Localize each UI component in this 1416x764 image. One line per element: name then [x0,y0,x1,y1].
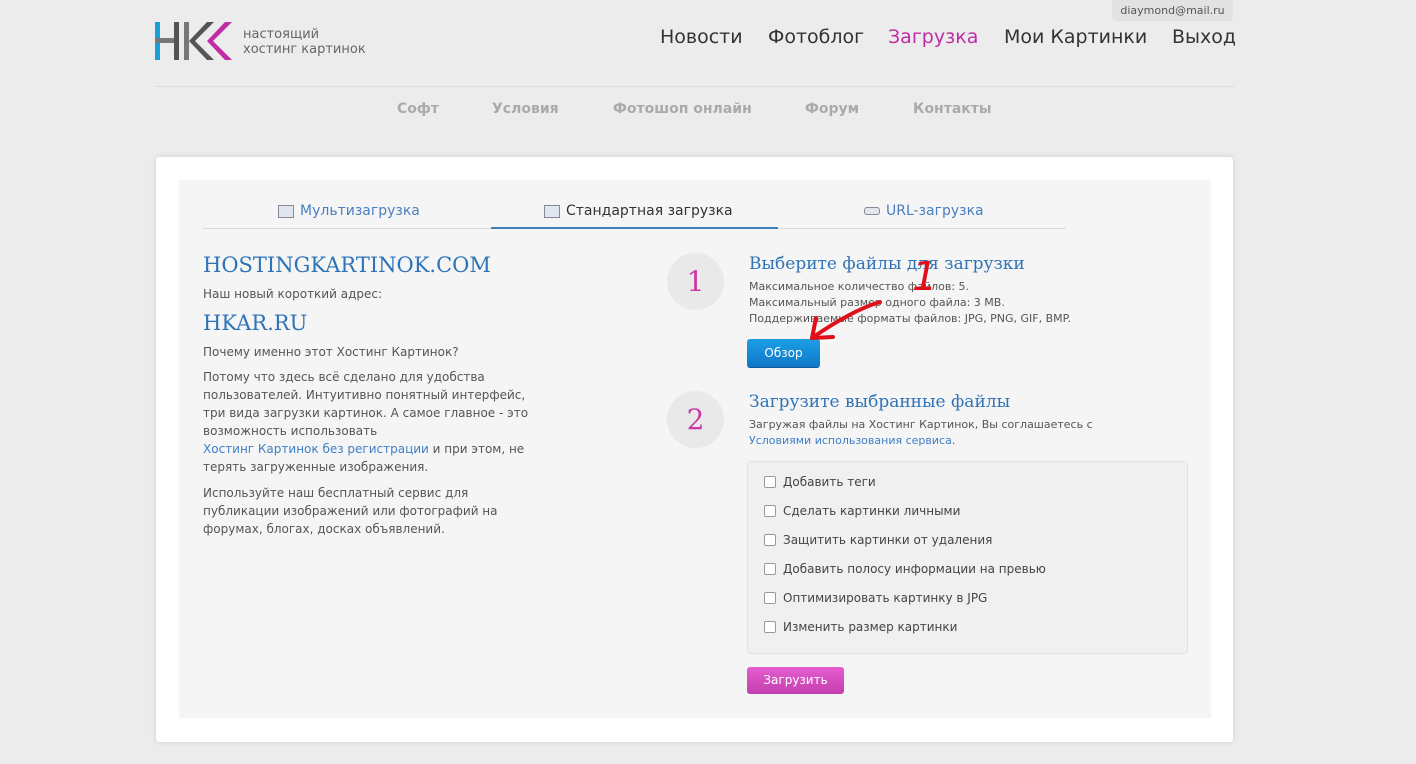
terms-line: Условиями использования сервиса. [749,434,956,447]
header-divider [155,86,1234,87]
nav-logout[interactable]: Выход [1172,26,1236,48]
option-add-tags[interactable]: Добавить теги [764,475,876,489]
checkbox[interactable] [764,476,776,488]
step-2-title: Загрузите выбранные файлы [749,392,1011,412]
active-tab-indicator [491,227,778,229]
subnav-terms[interactable]: Условия [492,101,559,117]
tab-url-upload-label: URL-загрузка [886,203,984,219]
browse-button[interactable]: Обзор [747,339,820,367]
step-2-badge: 2 [667,391,724,448]
formats-info: Поддерживаемые форматы файлов: JPG, PNG,… [749,312,1072,325]
subnav-contacts[interactable]: Контакты [913,101,992,117]
image-icon [544,204,560,218]
nav-my-pictures[interactable]: Мои Картинки [1004,26,1147,48]
subnav-photoshop-online[interactable]: Фотошоп онлайн [613,101,752,117]
checkbox[interactable] [764,534,776,546]
tab-standard-upload[interactable]: Стандартная загрузка [544,203,733,219]
link-icon [864,207,880,215]
max-size-info: Максимальный размер одного файла: 3 MB. [749,296,1005,309]
nav-photoblog[interactable]: Фотоблог [768,26,864,48]
upload-button[interactable]: Загрузить [747,667,844,694]
step-1-title: Выберите файлы для загрузки [749,254,1025,274]
option-optimize-jpg[interactable]: Оптимизировать картинку в JPG [764,591,987,605]
short-name-heading: HKAR.RU [203,311,308,335]
description-paragraph: Потому что здесь всё сделано для удобств… [203,370,529,474]
no-registration-link[interactable]: Хостинг Картинок без регистрации [203,442,429,456]
nav-upload[interactable]: Загрузка [888,26,978,48]
main-nav: Новости Фотоблог Загрузка Мои Картинки В… [0,26,1416,52]
multi-upload-icon [278,204,294,218]
usage-paragraph: Используйте наш бесплатный сервис для пу… [203,486,498,536]
option-protect[interactable]: Защитить картинки от удаления [764,533,992,547]
short-address-label: Наш новый короткий адрес: [203,287,383,301]
checkbox[interactable] [764,563,776,575]
terms-link[interactable]: Условиями использования сервиса [749,434,952,447]
subnav-soft[interactable]: Софт [397,101,439,117]
checkbox[interactable] [764,592,776,604]
tab-standard-upload-label: Стандартная загрузка [566,203,733,219]
option-resize[interactable]: Изменить размер картинки [764,620,957,634]
checkbox[interactable] [764,505,776,517]
nav-news[interactable]: Новости [660,26,743,48]
user-email[interactable]: diaymond@mail.ru [1112,0,1233,21]
why-question: Почему именно этот Хостинг Картинок? [203,345,459,359]
tab-multi-upload[interactable]: Мультизагрузка [278,203,420,219]
tab-multi-upload-label: Мультизагрузка [300,203,420,219]
tab-url-upload[interactable]: URL-загрузка [864,203,984,219]
option-private[interactable]: Сделать картинки личными [764,504,960,518]
agreement-text: Загружая файлы на Хостинг Картинок, Вы с… [749,418,1093,431]
option-info-bar[interactable]: Добавить полосу информации на превью [764,562,1046,576]
step-1-badge: 1 [667,253,724,310]
checkbox[interactable] [764,621,776,633]
subnav-forum[interactable]: Форум [805,101,859,117]
site-name-heading: HOSTINGKARTINOK.COM [203,253,491,277]
max-files-info: Максимальное количество файлов: 5. [749,280,970,293]
